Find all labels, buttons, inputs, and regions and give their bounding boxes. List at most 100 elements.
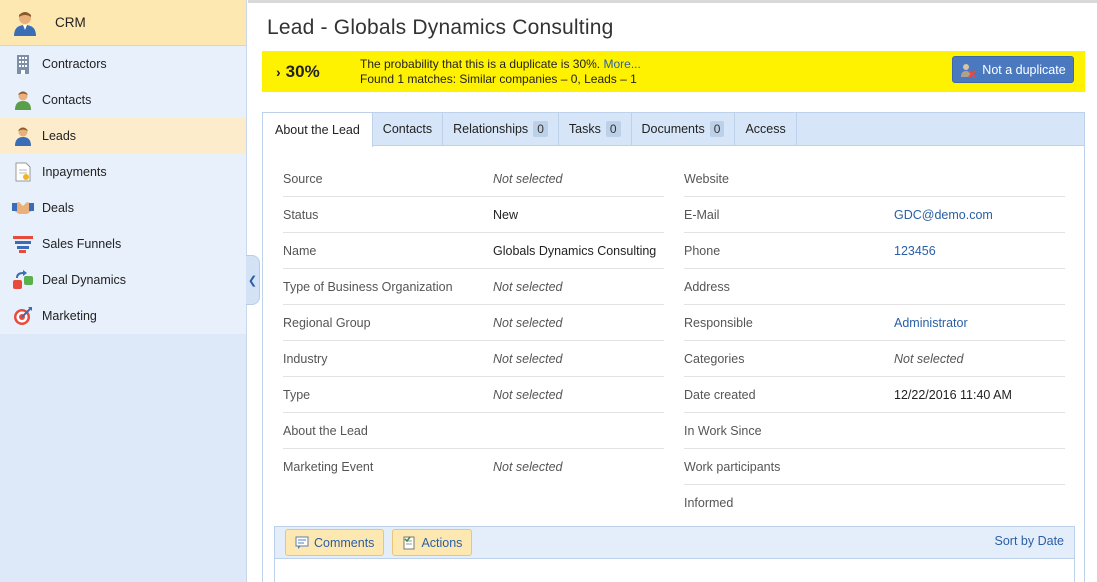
field-label: Address <box>684 279 730 294</box>
field-row-about-the-lead: About the Lead <box>283 413 664 449</box>
comments-section: Comments Actions Sort by Date <box>274 526 1075 582</box>
not-a-duplicate-button[interactable]: Not a duplicate <box>952 56 1074 83</box>
sidebar-item-contacts[interactable]: Contacts <box>0 82 246 118</box>
field-label: Phone <box>684 243 721 258</box>
field-label: Marketing Event <box>283 460 374 474</box>
sidebar-item-label: Inpayments <box>42 165 107 179</box>
tab-count-badge: 0 <box>605 121 621 137</box>
sidebar-item-inpayments[interactable]: Inpayments <box>0 154 246 190</box>
tab-contacts[interactable]: Contacts <box>373 113 444 145</box>
field-label: Regional Group <box>283 315 371 330</box>
field-value: Not selected <box>493 315 563 330</box>
field-label: Type <box>283 387 311 402</box>
fields-right-column: Website E-Mail GDC@demo.com Phone 123456… <box>684 161 1065 521</box>
sidebar-item-contractors[interactable]: Contractors <box>0 46 246 82</box>
tab-label: Tasks <box>568 122 601 136</box>
field-row-date-created: Date created 12/22/2016 11:40 AM <box>684 377 1065 413</box>
not-duplicate-icon <box>960 62 977 78</box>
chevron-left-icon: ❮ <box>247 274 258 287</box>
tab-label: Access <box>745 122 786 136</box>
field-value: 12/22/2016 11:40 AM <box>894 387 1012 402</box>
field-label: Type of Business Organization <box>283 279 453 294</box>
tab-label: Documents <box>641 122 705 136</box>
tab-label: About the Lead <box>275 123 360 137</box>
field-row-type: Type Not selected <box>283 377 664 413</box>
field-row-marketing-event: Marketing Event Not selected <box>283 449 664 485</box>
field-value: Not selected <box>493 460 563 474</box>
not-a-duplicate-label: Not a duplicate <box>982 62 1066 77</box>
tab-label: Relationships <box>453 122 529 136</box>
sort-by-date-link[interactable]: Sort by Date <box>995 534 1064 548</box>
sidebar-item-deals[interactable]: Deals <box>0 190 246 226</box>
field-value: Not selected <box>493 351 563 366</box>
fields-left-column: Source Not selected Status New Name Glob… <box>283 161 664 485</box>
target-icon <box>12 305 34 327</box>
sidebar-collapse-button[interactable]: ❮ <box>246 255 260 305</box>
top-divider <box>248 0 1097 3</box>
sidebar-item-label: Leads <box>42 129 77 143</box>
actions-button[interactable]: Actions <box>392 529 473 556</box>
field-row-business-org: Type of Business Organization Not select… <box>283 269 664 305</box>
duplicate-percent-value: 30% <box>285 61 320 81</box>
sidebar-item-label: Contacts <box>42 93 92 107</box>
tab-access[interactable]: Access <box>735 113 797 145</box>
field-row-work-participants: Work participants <box>684 449 1065 485</box>
field-row-informed: Informed <box>684 485 1065 521</box>
actions-icon <box>402 536 416 550</box>
field-label: About the Lead <box>283 423 368 438</box>
phone-link[interactable]: 123456 <box>894 244 936 258</box>
duplicate-probability-text: The probability that this is a duplicate… <box>360 57 601 71</box>
field-value: Not selected <box>493 171 563 186</box>
tab-count-badge: 0 <box>709 121 725 137</box>
field-row-address: Address <box>684 269 1065 305</box>
sidebar-item-sales-funnels[interactable]: Sales Funnels <box>0 226 246 262</box>
field-row-categories: Categories Not selected <box>684 341 1065 377</box>
tab-tasks[interactable]: Tasks 0 <box>559 113 632 145</box>
comment-icon <box>295 536 309 550</box>
sidebar-item-label: Deals <box>42 201 74 215</box>
chevron-right-icon: › <box>276 63 281 80</box>
field-row-source: Source Not selected <box>283 161 664 197</box>
sidebar-item-label: Sales Funnels <box>42 237 122 251</box>
field-label: E-Mail <box>684 207 720 222</box>
field-row-in-work-since: In Work Since <box>684 413 1065 449</box>
dynamics-icon <box>12 269 34 291</box>
field-label: Informed <box>684 496 734 510</box>
field-label: Website <box>684 171 729 186</box>
field-row-phone: Phone 123456 <box>684 233 1065 269</box>
actions-button-label: Actions <box>421 535 463 550</box>
tab-bar: About the Lead Contacts Relationships 0 … <box>263 113 1084 147</box>
sidebar-item-deal-dynamics[interactable]: Deal Dynamics <box>0 262 246 298</box>
crm-user-icon <box>12 10 38 36</box>
sidebar-item-crm[interactable]: CRM <box>0 0 246 46</box>
field-value: Not selected <box>493 387 563 402</box>
field-label: Responsible <box>684 315 753 330</box>
field-label: Source <box>283 171 323 186</box>
field-value: New <box>493 207 519 222</box>
field-label: Industry <box>283 351 328 366</box>
field-row-regional-group: Regional Group Not selected <box>283 305 664 341</box>
tab-count-badge: 0 <box>533 121 548 137</box>
comments-button[interactable]: Comments <box>285 529 385 556</box>
sidebar-item-label: CRM <box>55 15 86 30</box>
email-link[interactable]: GDC@demo.com <box>894 208 993 222</box>
sidebar-item-marketing[interactable]: Marketing <box>0 298 246 334</box>
lead-icon <box>12 125 34 147</box>
duplicate-more-link[interactable]: More... <box>603 57 640 71</box>
sidebar-nav-list: Contractors Contacts Leads Inpayments De… <box>0 46 246 334</box>
tab-about-the-lead[interactable]: About the Lead <box>263 113 373 147</box>
field-value: Globals Dynamics Consulting <box>493 243 657 258</box>
responsible-link[interactable]: Administrator <box>894 316 968 330</box>
field-row-website: Website <box>684 161 1065 197</box>
duplicate-percent[interactable]: › 30% <box>262 62 360 82</box>
tab-documents[interactable]: Documents 0 <box>632 113 736 145</box>
funnel-icon <box>12 233 34 255</box>
sidebar: CRM Contractors Contacts Leads Inpayment… <box>0 0 247 582</box>
comments-toolbar: Comments Actions Sort by Date <box>275 527 1074 559</box>
page-title: Lead - Globals Dynamics Consulting <box>267 16 614 39</box>
field-label: Work participants <box>684 459 781 474</box>
sidebar-item-leads[interactable]: Leads <box>0 118 246 154</box>
field-label: In Work Since <box>684 423 762 438</box>
tab-relationships[interactable]: Relationships 0 <box>443 113 559 145</box>
field-row-name: Name Globals Dynamics Consulting <box>283 233 664 269</box>
